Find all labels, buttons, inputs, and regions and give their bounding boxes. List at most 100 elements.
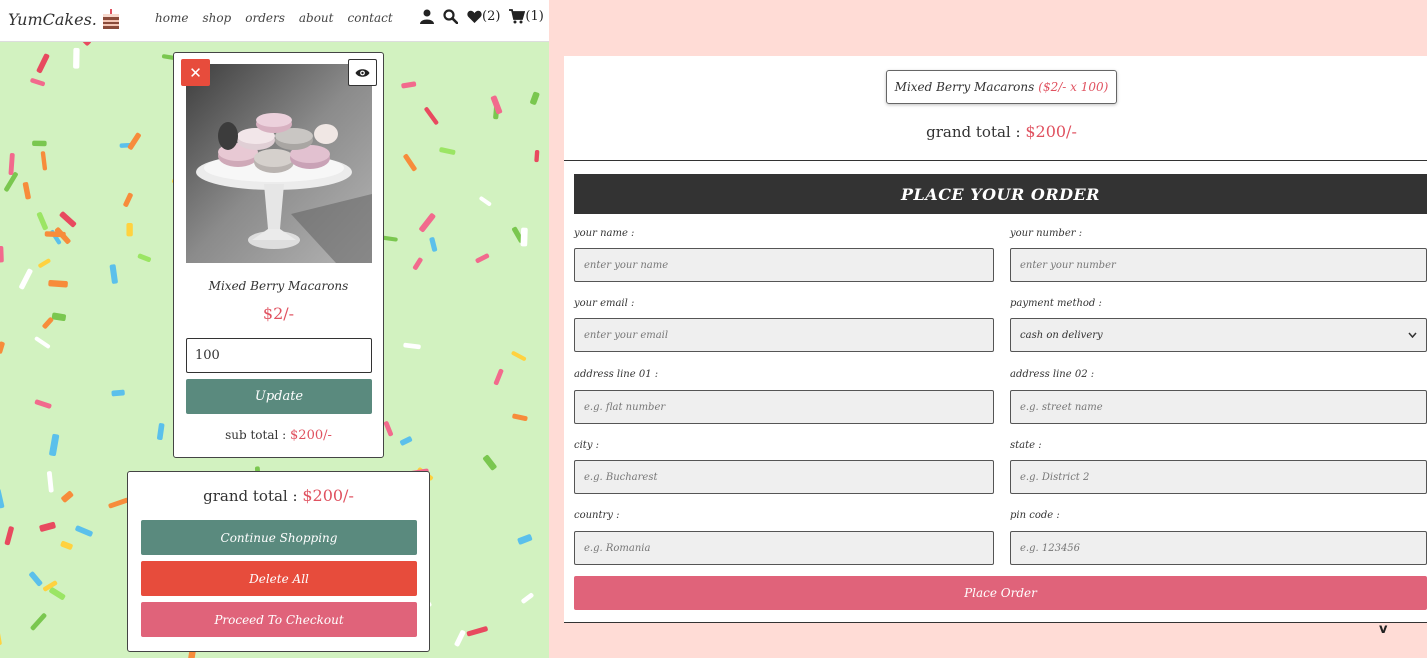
logo[interactable]: YumCakes. [8, 8, 121, 30]
heart-icon [467, 10, 482, 23]
sprinkle [44, 231, 66, 238]
country-input[interactable]: e.g. Romania [574, 531, 994, 565]
payment-method-select[interactable]: cash on delivery [1010, 318, 1427, 352]
sprinkle [4, 526, 14, 546]
sprinkle [429, 237, 438, 252]
address1-input[interactable]: e.g. flat number [574, 390, 994, 424]
header-icons: (2) (1) [420, 9, 544, 24]
country-label: country : [574, 510, 620, 521]
remove-item-button[interactable]: ✕ [181, 59, 210, 86]
sprinkle [123, 192, 133, 207]
place-order-button[interactable]: Place Order [574, 576, 1427, 610]
eye-icon [355, 68, 370, 77]
sprinkle [490, 95, 503, 115]
main-nav: home shop orders about contact [155, 11, 393, 25]
sprinkle [60, 540, 73, 550]
view-item-button[interactable] [348, 59, 377, 86]
sprinkle [399, 436, 413, 446]
city-label: city : [574, 440, 600, 451]
state-input[interactable]: e.g. District 2 [1010, 460, 1427, 494]
nav-contact[interactable]: contact [348, 11, 393, 25]
top-navbar: YumCakes. home shop orders about contact [0, 0, 549, 42]
name-input[interactable]: enter your name [574, 248, 994, 282]
close-icon: ✕ [189, 63, 202, 82]
number-input[interactable]: enter your number [1010, 248, 1427, 282]
sprinkle [36, 212, 48, 231]
sprinkle [29, 571, 43, 587]
wishlist-link[interactable]: (2) [467, 9, 500, 24]
sprinkle [51, 312, 67, 322]
sprinkle [511, 351, 527, 361]
update-button[interactable]: Update [186, 379, 372, 414]
city-input[interactable]: e.g. Bucharest [574, 460, 994, 494]
sprinkle [8, 153, 15, 176]
sprinkle [401, 81, 417, 89]
cart-page: YumCakes. home shop orders about contact [0, 0, 549, 658]
address1-label: address line 01 : [574, 369, 659, 380]
delete-all-button[interactable]: Delete All [141, 561, 417, 596]
user-icon[interactable] [420, 9, 434, 24]
nav-about[interactable]: about [299, 11, 334, 25]
nav-orders[interactable]: orders [245, 11, 285, 25]
checkout-grand-total: grand total : $200/- [564, 122, 1427, 141]
scroll-down-icon[interactable]: v [1379, 622, 1387, 637]
sprinkle [30, 78, 45, 87]
sprinkle [127, 132, 141, 150]
subtotal-value: $200/- [290, 428, 332, 443]
pincode-input[interactable]: e.g. 123456 [1010, 531, 1427, 565]
summary-item-name: Mixed Berry Macarons [894, 80, 1035, 94]
continue-shopping-button[interactable]: Continue Shopping [141, 520, 417, 555]
number-label: your number : [1010, 228, 1083, 239]
sprinkle [403, 154, 417, 172]
logo-text: YumCakes. [8, 9, 97, 29]
sprinkle [403, 342, 421, 350]
wishlist-count: (2) [482, 9, 501, 24]
sprinkle [439, 147, 456, 155]
divider [564, 160, 1427, 161]
payment-method-value: cash on delivery [1020, 329, 1103, 341]
product-name: Mixed Berry Macarons [208, 279, 349, 293]
quantity-input[interactable] [186, 338, 372, 373]
sprinkle [157, 423, 165, 441]
sprinkle [424, 107, 439, 125]
sprinkle [517, 534, 533, 545]
sprinkle [34, 336, 51, 349]
grand-total-value: $200/- [302, 486, 354, 505]
sprinkle [383, 421, 394, 437]
sprinkle [40, 151, 48, 171]
checkout-grand-total-label: grand total : [926, 123, 1021, 141]
sprinkle [34, 399, 52, 409]
nav-shop[interactable]: shop [202, 11, 231, 25]
sprinkle [530, 91, 540, 105]
sprinkle [0, 630, 2, 646]
chevron-down-icon [1408, 332, 1417, 338]
sprinkle [0, 488, 5, 509]
cart-total-card: grand total : $200/- Continue Shopping D… [127, 471, 430, 652]
sprinkle [521, 592, 534, 604]
cart-item-card: ✕ Mixed Berry Macarons $2/- 100 Update s… [173, 52, 384, 458]
address2-input[interactable]: e.g. street name [1010, 390, 1427, 424]
email-input[interactable]: enter your email [574, 318, 994, 352]
sprinkle [22, 182, 31, 200]
sprinkle [38, 258, 51, 268]
sprinkle [493, 368, 504, 386]
sprinkle [73, 47, 80, 69]
sprinkle [0, 246, 4, 263]
checkout-page: Mixed Berry Macarons ($2/- x 100) grand … [564, 56, 1427, 623]
sprinkle [61, 491, 74, 503]
name-label: your name : [574, 228, 635, 239]
grand-total-label: grand total : [203, 487, 298, 505]
sprinkle [126, 222, 133, 237]
sprinkle [412, 257, 423, 270]
email-label: your email : [574, 298, 635, 309]
sprinkle [59, 211, 77, 228]
sprinkle [483, 455, 497, 471]
sprinkle [39, 521, 56, 532]
nav-home[interactable]: home [155, 11, 188, 25]
cart-link[interactable]: (1) [509, 9, 544, 24]
sprinkle [46, 471, 54, 493]
pincode-label: pin code : [1010, 510, 1060, 521]
sprinkle [512, 413, 528, 422]
search-icon[interactable] [443, 9, 458, 24]
proceed-to-checkout-button[interactable]: Proceed To Checkout [141, 602, 417, 637]
